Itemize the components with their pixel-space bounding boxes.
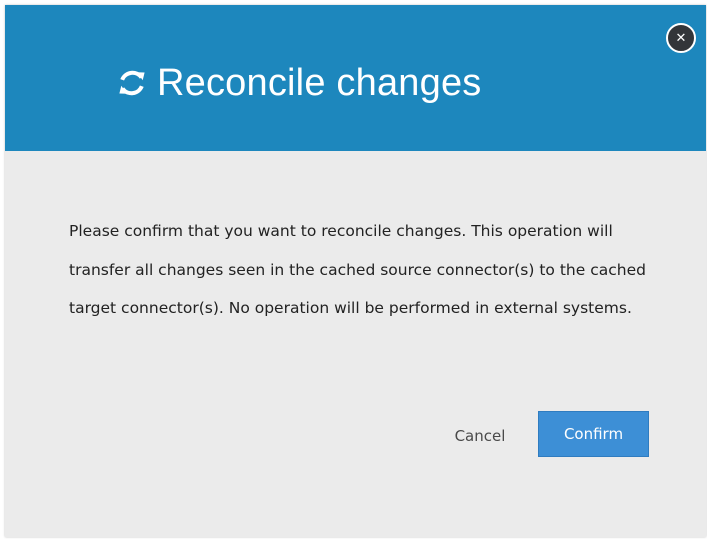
- close-icon: ✕: [675, 30, 687, 46]
- dialog-title-group: Reconcile changes: [117, 55, 482, 111]
- confirm-button[interactable]: Confirm: [538, 411, 649, 457]
- reconcile-dialog: Reconcile changes ✕ Please confirm that …: [5, 5, 706, 537]
- close-button[interactable]: ✕: [666, 23, 696, 53]
- dialog-message: Please confirm that you want to reconcil…: [69, 222, 646, 317]
- dialog-title: Reconcile changes: [157, 62, 482, 104]
- dialog-header: Reconcile changes ✕: [5, 5, 706, 151]
- cancel-button[interactable]: Cancel: [443, 417, 517, 455]
- sync-icon: [119, 70, 145, 96]
